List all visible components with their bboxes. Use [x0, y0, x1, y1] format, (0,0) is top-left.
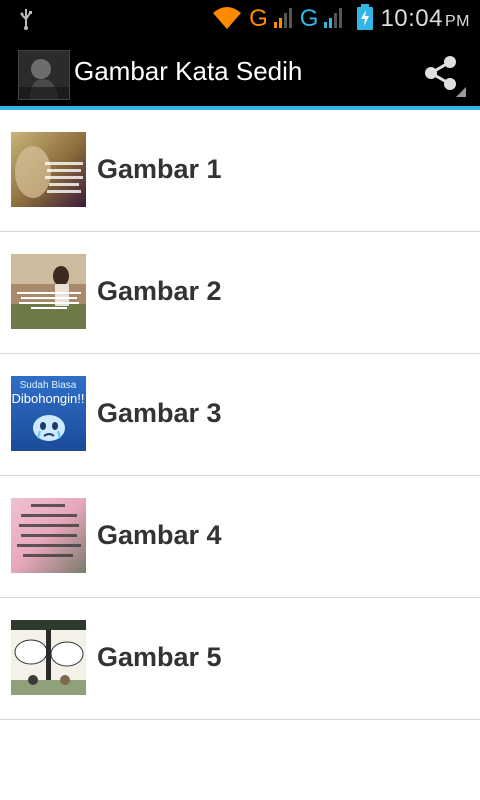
- list-item[interactable]: Sudah Biasa Dibohongin!! Gambar 3: [0, 354, 480, 476]
- status-bar: G G 10:04 PM: [0, 0, 480, 38]
- thumbnail-caption-1: Sudah Biasa: [20, 380, 77, 391]
- usb-icon: [14, 7, 38, 31]
- list-item[interactable]: Gambar 5: [0, 598, 480, 720]
- share-icon: [425, 56, 466, 97]
- network-type-label: G: [249, 5, 268, 32]
- thumbnail-image: [11, 620, 86, 695]
- thumbnail-caption-2: Dibohongin!!: [12, 391, 85, 406]
- signal-icon: [273, 6, 294, 33]
- list-item[interactable]: Gambar 1: [0, 110, 480, 232]
- app-icon[interactable]: [18, 50, 70, 100]
- list-item-label: Gambar 3: [97, 398, 222, 428]
- wifi-icon: [211, 5, 243, 34]
- signal-icon-2: [324, 6, 344, 33]
- network-type-label-2: G: [299, 5, 319, 32]
- gambar-list: Gambar 1 Gambar 2 Sudah Biasa Dibohongin…: [0, 110, 480, 720]
- status-ampm: PM: [445, 13, 470, 30]
- share-button[interactable]: [416, 47, 468, 99]
- thumbnail-image: [11, 132, 86, 207]
- app-title: Gambar Kata Sedih: [74, 56, 303, 86]
- list-item-label: Gambar 5: [97, 642, 222, 672]
- status-time-value: 10:04: [380, 5, 443, 32]
- list-item-label: Gambar 4: [97, 520, 222, 550]
- battery-charging-icon: [356, 3, 374, 35]
- status-icons: G G 10:04 PM: [211, 3, 470, 35]
- thumbnail-image: [11, 254, 86, 329]
- list-item[interactable]: Gambar 4: [0, 476, 480, 598]
- list-item-label: Gambar 2: [97, 276, 222, 306]
- list-item[interactable]: Gambar 2: [0, 232, 480, 354]
- list-item-label: Gambar 1: [97, 154, 222, 184]
- thumbnail-image: [11, 498, 86, 573]
- status-time: 10:04 PM: [380, 5, 470, 33]
- thumbnail-image: Sudah Biasa Dibohongin!!: [11, 376, 86, 451]
